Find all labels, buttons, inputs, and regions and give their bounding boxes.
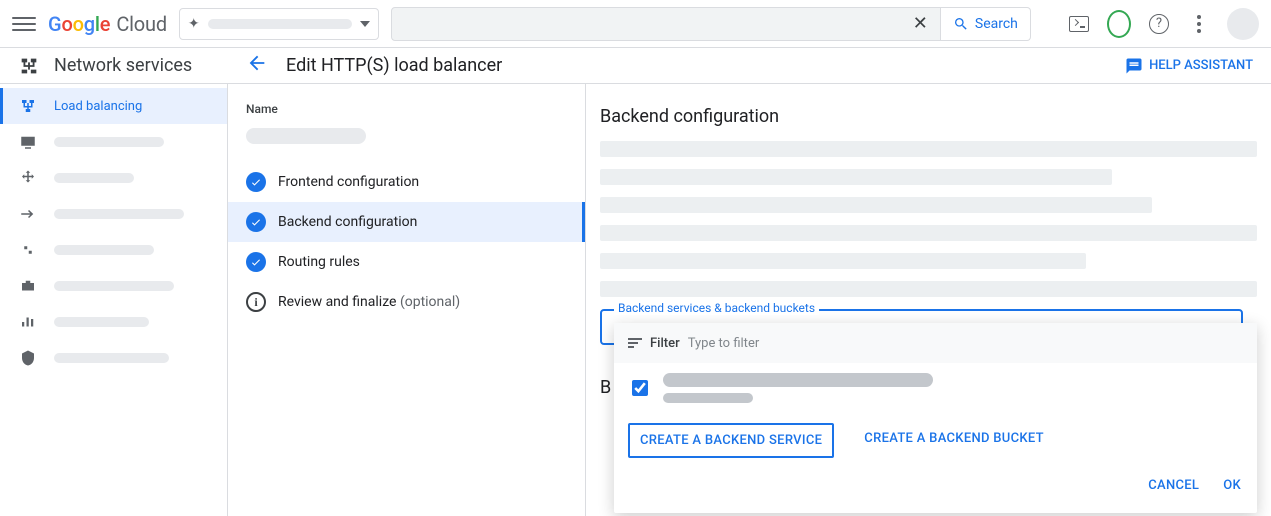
product-title: Network services: [0, 55, 228, 77]
briefcase-icon: [18, 277, 38, 295]
placeholder-bar: [600, 141, 1257, 157]
placeholder-bar: [600, 253, 1086, 269]
monitor-icon: [18, 133, 38, 151]
content: Name Frontend configuration Backend conf…: [228, 84, 1271, 516]
placeholder-bar: [600, 225, 1257, 241]
sidebar: Load balancing: [0, 84, 228, 516]
account-avatar[interactable]: [1227, 8, 1259, 40]
popover-footer: CANCEL OK: [614, 462, 1257, 505]
hidden-heading-partial: B: [600, 377, 611, 398]
check-icon: [246, 172, 266, 192]
cancel-button[interactable]: CANCEL: [1148, 472, 1199, 499]
search: ✕ Search: [391, 7, 1031, 41]
ok-button[interactable]: OK: [1223, 472, 1241, 499]
sidebar-item[interactable]: [0, 196, 227, 232]
cloud-shell-icon[interactable]: [1067, 12, 1091, 36]
backend-option[interactable]: [614, 363, 1257, 413]
move-icon: [18, 169, 38, 187]
create-backend-service-button[interactable]: CREATE A BACKEND SERVICE: [628, 423, 834, 458]
placeholder-bar: [600, 197, 1152, 213]
chat-icon: [1125, 57, 1143, 75]
project-name-placeholder: [208, 19, 352, 29]
sidebar-item[interactable]: [0, 304, 227, 340]
help-assistant-button[interactable]: HELP ASSISTANT: [1125, 57, 1271, 75]
steps-panel: Name Frontend configuration Backend conf…: [228, 84, 586, 516]
sidebar-item[interactable]: [0, 232, 227, 268]
field-label: Backend services & backend buckets: [614, 301, 819, 315]
step-review[interactable]: i Review and finalize (optional): [228, 282, 585, 322]
filter-row[interactable]: Filter Type to filter: [614, 323, 1257, 363]
check-icon: [246, 212, 266, 232]
search-icon: [953, 16, 969, 32]
main-panel: Backend configuration Backend services &…: [586, 84, 1271, 516]
step-backend[interactable]: Backend configuration: [228, 202, 585, 242]
back-arrow-icon[interactable]: [246, 52, 268, 79]
sidebar-item[interactable]: [0, 160, 227, 196]
create-backend-bucket-button[interactable]: CREATE A BACKEND BUCKET: [854, 423, 1054, 458]
sidebar-item[interactable]: [0, 340, 227, 376]
filter-icon: [628, 338, 642, 348]
status-ring-icon[interactable]: [1107, 12, 1131, 36]
search-input[interactable]: [400, 15, 909, 33]
top-bar: Google Cloud ✦ ✕ Search ?: [0, 0, 1271, 48]
backend-picker-popover: Filter Type to filter CREATE A BACKEND S…: [614, 323, 1257, 513]
name-value-placeholder: [246, 128, 366, 144]
nat-icon: [18, 205, 38, 223]
project-picker[interactable]: ✦: [179, 8, 379, 40]
check-icon: [246, 252, 266, 272]
placeholder-bar: [600, 169, 1112, 185]
top-right-icons: ?: [1067, 8, 1259, 40]
second-bar: Network services Edit HTTP(S) load balan…: [0, 48, 1271, 84]
step-frontend[interactable]: Frontend configuration: [228, 162, 585, 202]
option-title-placeholder: [663, 373, 933, 387]
sidebar-item-label: Load balancing: [54, 99, 142, 114]
popover-actions: CREATE A BACKEND SERVICE CREATE A BACKEN…: [614, 413, 1257, 462]
page-title: Edit HTTP(S) load balancer: [286, 55, 502, 76]
sidebar-item[interactable]: [0, 268, 227, 304]
network-services-icon: [18, 55, 40, 77]
backend-option-checkbox[interactable]: [632, 380, 648, 396]
nav-menu-icon[interactable]: [12, 12, 36, 36]
info-icon: i: [246, 292, 266, 312]
sidebar-item-load-balancing[interactable]: Load balancing: [0, 88, 227, 124]
help-icon[interactable]: ?: [1147, 12, 1171, 36]
caret-down-icon: [360, 21, 370, 27]
shield-icon: [18, 349, 38, 367]
google-cloud-logo[interactable]: Google Cloud: [48, 12, 167, 36]
name-label: Name: [228, 102, 585, 122]
placeholder-bar: [600, 281, 1257, 297]
backend-config-heading: Backend configuration: [600, 106, 1257, 127]
load-balancing-icon: [18, 97, 38, 115]
search-button[interactable]: Search: [941, 7, 1031, 41]
more-icon[interactable]: [1187, 12, 1211, 36]
option-sub-placeholder: [663, 393, 753, 403]
search-input-wrap: ✕: [391, 7, 941, 41]
clear-icon[interactable]: ✕: [909, 13, 932, 34]
body: Load balancing: [0, 84, 1271, 516]
sidebar-item[interactable]: [0, 124, 227, 160]
page-header: Edit HTTP(S) load balancer: [228, 52, 502, 79]
step-routing[interactable]: Routing rules: [228, 242, 585, 282]
analytics-icon: [18, 313, 38, 331]
connector-icon: [18, 241, 38, 259]
